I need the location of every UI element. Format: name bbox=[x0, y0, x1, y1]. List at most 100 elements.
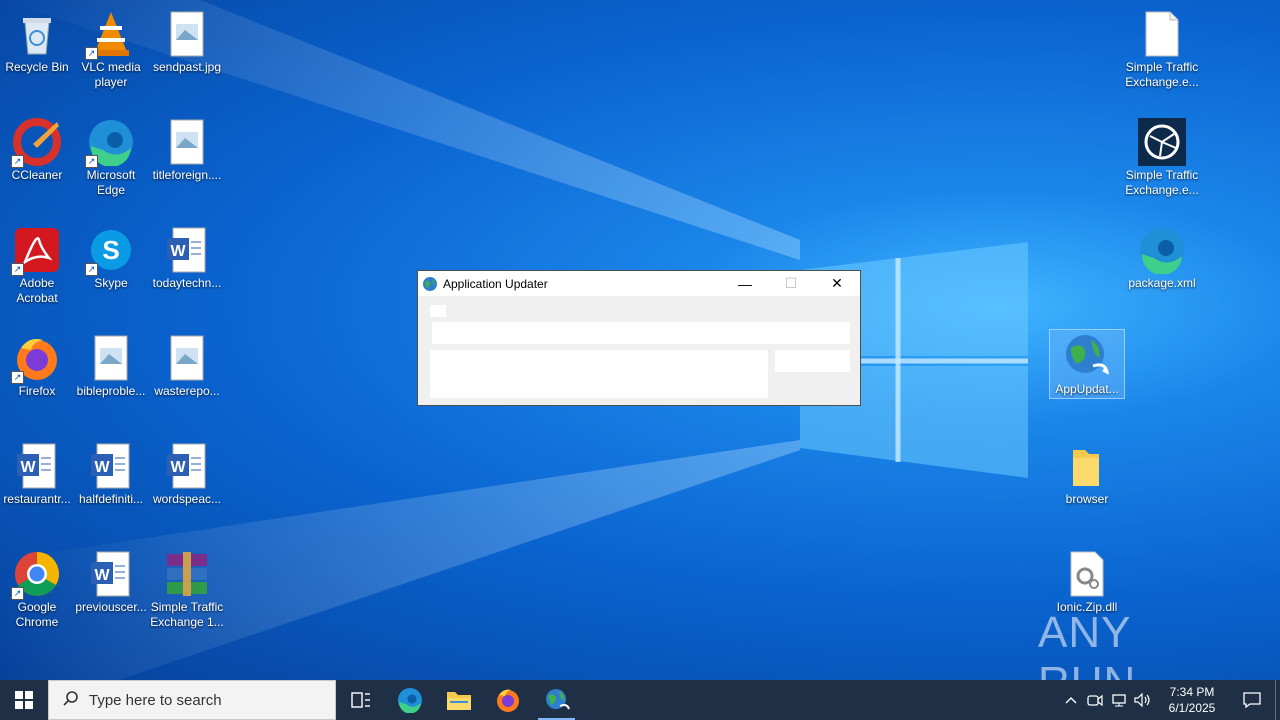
start-button[interactable] bbox=[0, 680, 48, 720]
meet-now-icon[interactable] bbox=[1083, 680, 1107, 720]
icon-label: Skype bbox=[94, 276, 128, 290]
icon-label: wordspeac... bbox=[152, 492, 222, 506]
icon-label: titleforeign.... bbox=[152, 168, 222, 182]
icon-label: restaurantr... bbox=[3, 492, 71, 506]
close-button[interactable]: ✕ bbox=[814, 271, 860, 296]
shortcut-arrow-icon: ↗ bbox=[85, 155, 98, 168]
network-icon[interactable] bbox=[1107, 680, 1131, 720]
icon-label: halfdefiniti... bbox=[78, 492, 144, 506]
icon-label: package.xml bbox=[1128, 276, 1196, 290]
action-button[interactable] bbox=[775, 350, 850, 372]
desktop-icon-bibleproble[interactable]: bibleproble... bbox=[74, 328, 148, 428]
ccleaner-icon: ↗ bbox=[11, 118, 61, 168]
desktop-icon-skype[interactable]: S ↗ Skype bbox=[74, 220, 148, 320]
desktop-icon-sendpast[interactable]: sendpast.jpg bbox=[150, 4, 224, 104]
window-title: Application Updater bbox=[443, 276, 548, 291]
edge-icon: ↗ bbox=[85, 118, 135, 168]
system-tray: 7:34 PM 6/1/2025 bbox=[1059, 680, 1280, 720]
desktop-icon-recycle-bin[interactable]: Recycle Bin bbox=[0, 4, 74, 104]
maximize-button: ☐ bbox=[784, 275, 798, 291]
svg-text:S: S bbox=[102, 235, 119, 265]
icon-label: Adobe Acrobat bbox=[16, 276, 58, 305]
recycle-bin-icon bbox=[13, 10, 61, 58]
image-file-icon bbox=[163, 334, 211, 382]
icon-label: Simple Traffic Exchange 1... bbox=[150, 600, 224, 629]
desktop-icon-titleforeign[interactable]: titleforeign.... bbox=[150, 112, 224, 212]
desktop-icon-chrome[interactable]: ↗ Google Chrome bbox=[0, 544, 74, 644]
shortcut-arrow-icon: ↗ bbox=[11, 263, 24, 276]
desktop-icon-previouscer[interactable]: W previouscer... bbox=[74, 544, 148, 644]
svg-text:W: W bbox=[170, 459, 186, 476]
chrome-icon: ↗ bbox=[11, 550, 61, 600]
clock-date: 6/1/2025 bbox=[1168, 701, 1216, 715]
desktop-icon-halfdefiniti[interactable]: W halfdefiniti... bbox=[74, 436, 148, 536]
task-view-button[interactable] bbox=[336, 680, 385, 720]
show-hidden-icons-chevron-up-icon[interactable] bbox=[1059, 680, 1083, 720]
progress-field bbox=[432, 322, 850, 344]
desktop-icon-simple-traffic-exe-2[interactable]: Simple Traffic Exchange.e... bbox=[1125, 112, 1199, 212]
globe-updater-icon bbox=[422, 276, 438, 292]
task-view-icon bbox=[350, 692, 370, 708]
folder-icon bbox=[1063, 442, 1111, 490]
desktop-icon-browser-folder[interactable]: browser bbox=[1050, 436, 1124, 536]
shortcut-arrow-icon: ↗ bbox=[85, 263, 98, 276]
icon-label: Firefox bbox=[18, 384, 56, 398]
icon-label: bibleproble... bbox=[76, 384, 146, 398]
desktop-icon-simple-traffic-archive[interactable]: Simple Traffic Exchange 1... bbox=[150, 544, 224, 644]
word-doc-icon: W bbox=[13, 442, 61, 490]
clock-time: 7:34 PM bbox=[1169, 685, 1215, 699]
desktop-icon-wordspeac[interactable]: W wordspeac... bbox=[150, 436, 224, 536]
details-textbox[interactable] bbox=[430, 350, 768, 398]
globe-updater-icon bbox=[545, 689, 570, 710]
icon-label: CCleaner bbox=[11, 168, 63, 182]
show-desktop-button[interactable] bbox=[1275, 680, 1280, 720]
svg-text:W: W bbox=[20, 459, 36, 476]
icon-label: Simple Traffic Exchange.e... bbox=[1125, 60, 1199, 89]
firefox-icon bbox=[496, 689, 519, 712]
word-doc-icon: W bbox=[163, 226, 211, 274]
desktop-icon-ccleaner[interactable]: ↗ CCleaner bbox=[0, 112, 74, 212]
icon-label: previouscer... bbox=[75, 600, 147, 614]
svg-text:W: W bbox=[170, 243, 186, 260]
notification-icon bbox=[1243, 692, 1261, 708]
application-updater-window[interactable]: Application Updater — ☐ ✕ bbox=[417, 270, 861, 406]
taskbar-search-box[interactable]: Type here to search bbox=[48, 680, 336, 720]
winrar-icon bbox=[163, 550, 211, 598]
desktop-icon-edge[interactable]: ↗ Microsoft Edge bbox=[74, 112, 148, 212]
desktop-icon-vlc[interactable]: ↗ VLC media player bbox=[74, 4, 148, 104]
taskbar-firefox[interactable] bbox=[483, 680, 532, 720]
shortcut-arrow-icon: ↗ bbox=[85, 47, 98, 60]
icon-label: wasterepo... bbox=[154, 384, 220, 398]
edge-icon bbox=[1138, 226, 1186, 276]
taskbar-clock[interactable]: 7:34 PM 6/1/2025 bbox=[1155, 684, 1229, 716]
shortcut-arrow-icon: ↗ bbox=[11, 155, 24, 168]
taskbar-edge[interactable] bbox=[385, 680, 434, 720]
status-label-placeholder bbox=[430, 305, 446, 317]
anyrun-watermark: ANY RUN bbox=[1038, 608, 1135, 680]
skype-icon: S ↗ bbox=[85, 226, 135, 276]
taskbar-file-explorer[interactable] bbox=[434, 680, 483, 720]
dll-file-icon bbox=[1063, 550, 1111, 598]
taskbar-app-updater[interactable] bbox=[532, 680, 581, 720]
network-app-icon bbox=[1138, 118, 1186, 166]
icon-label: VLC media player bbox=[81, 60, 141, 89]
desktop-icon-simple-traffic-exe-1[interactable]: Simple Traffic Exchange.e... bbox=[1125, 4, 1199, 104]
volume-icon[interactable] bbox=[1131, 680, 1155, 720]
desktop-icon-restaurantr[interactable]: W restaurantr... bbox=[0, 436, 74, 536]
desktop-icon-package-xml[interactable]: package.xml bbox=[1125, 220, 1199, 320]
file-explorer-icon bbox=[446, 692, 471, 710]
window-titlebar[interactable]: Application Updater — ☐ ✕ bbox=[418, 271, 860, 296]
firefox-icon: ↗ bbox=[11, 334, 61, 384]
desktop-icon-appupdater[interactable]: AppUpdat... bbox=[1049, 329, 1125, 399]
desktop-icon-wasterepo[interactable]: wasterepo... bbox=[150, 328, 224, 428]
icon-label: Simple Traffic Exchange.e... bbox=[1125, 168, 1199, 197]
taskbar: Type here to search 7:34 PM 6/1/2025 bbox=[0, 680, 1280, 720]
word-doc-icon: W bbox=[87, 442, 135, 490]
icon-label: Microsoft Edge bbox=[86, 168, 136, 197]
desktop-icon-firefox[interactable]: ↗ Firefox bbox=[0, 328, 74, 428]
minimize-button[interactable]: — bbox=[722, 271, 768, 296]
svg-text:W: W bbox=[94, 459, 110, 476]
desktop-icon-acrobat[interactable]: ↗ Adobe Acrobat bbox=[0, 220, 74, 320]
action-center-button[interactable] bbox=[1229, 680, 1275, 720]
desktop-icon-todaytechn[interactable]: W todaytechn... bbox=[150, 220, 224, 320]
